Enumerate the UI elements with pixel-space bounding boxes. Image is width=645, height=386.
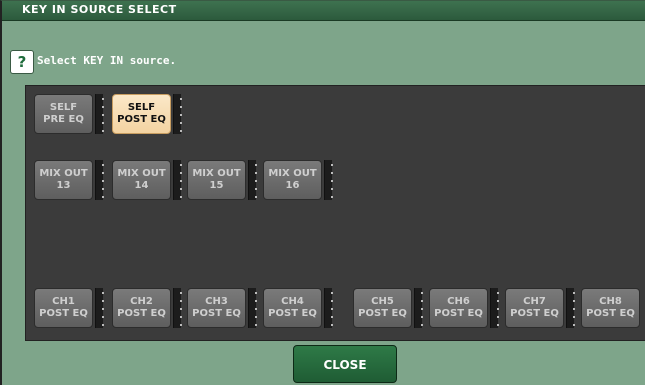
mix-out-16-button[interactable]: MIX OUT 16 [263,160,322,200]
key-in-meter [248,160,257,200]
ch8-post-eq-button[interactable]: CH8 POST EQ [581,288,640,328]
key-in-meter [95,288,104,328]
mix-out-13-button[interactable]: MIX OUT 13 [34,160,93,200]
close-button[interactable]: CLOSE [293,345,397,383]
ch1-post-eq-button[interactable]: CH1 POST EQ [34,288,93,328]
key-in-meter [324,288,333,328]
ch5-post-eq-button[interactable]: CH5 POST EQ [353,288,412,328]
ch3-post-eq-button[interactable]: CH3 POST EQ [187,288,246,328]
key-in-meter [173,288,182,328]
self-post-eq-button[interactable]: SELF POST EQ [112,94,171,134]
source-button-panel: SELF PRE EQ SELF POST EQ MIX OUT 13 MIX … [25,85,645,341]
ch2-post-eq-button[interactable]: CH2 POST EQ [112,288,171,328]
key-in-source-dialog: KEY IN SOURCE SELECT ? Select KEY IN sou… [0,0,645,385]
key-in-meter [490,288,499,328]
mix-out-14-button[interactable]: MIX OUT 14 [112,160,171,200]
ch6-post-eq-button[interactable]: CH6 POST EQ [429,288,488,328]
key-in-meter [95,94,104,134]
key-in-meter [324,160,333,200]
ch4-post-eq-button[interactable]: CH4 POST EQ [263,288,322,328]
title-bar: KEY IN SOURCE SELECT [2,1,645,21]
question-mark-icon: ? [11,51,33,73]
key-in-meter [95,160,104,200]
key-in-meter [414,288,423,328]
ch7-post-eq-button[interactable]: CH7 POST EQ [505,288,564,328]
self-pre-eq-button[interactable]: SELF PRE EQ [34,94,93,134]
key-in-meter [566,288,575,328]
instruction-text: Select KEY IN source. [37,54,177,67]
mix-out-15-button[interactable]: MIX OUT 15 [187,160,246,200]
key-in-meter [248,288,257,328]
key-in-meter [173,160,182,200]
key-in-meter [173,94,182,134]
dialog-title: KEY IN SOURCE SELECT [22,3,177,16]
